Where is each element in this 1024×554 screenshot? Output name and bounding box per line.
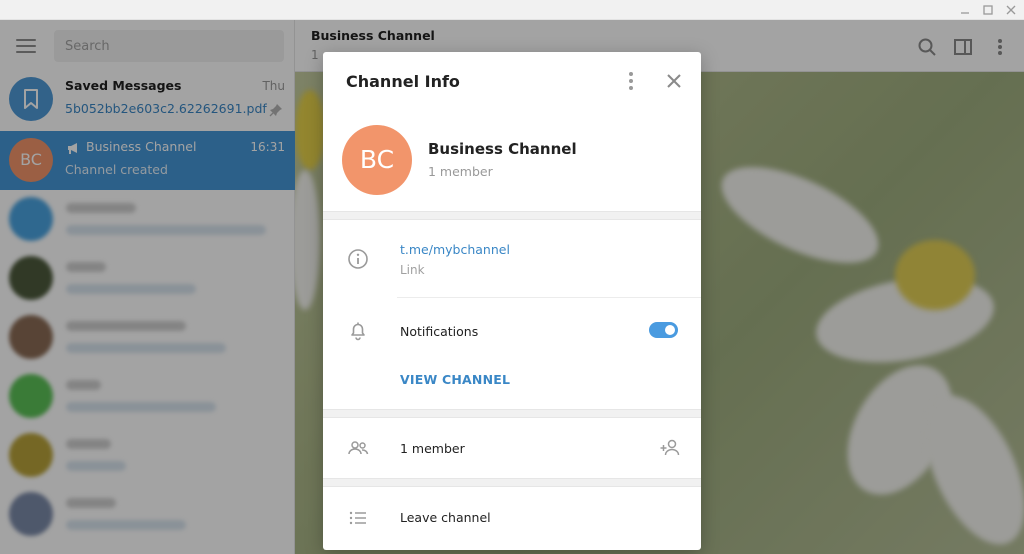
minimize-icon[interactable] [957,2,973,18]
maximize-icon[interactable] [980,2,996,18]
users-icon [347,437,369,459]
divider [397,297,701,298]
more-vertical-icon[interactable] [624,72,638,92]
dialog-title: Channel Info [346,72,460,91]
notifications-label: Notifications [400,324,479,339]
channel-info-dialog: Channel Info BC Business Channel 1 membe… [323,52,701,550]
divider [323,478,701,487]
bell-icon [347,320,369,342]
channel-avatar[interactable]: BC [342,125,412,195]
view-channel-button[interactable]: VIEW CHANNEL [400,372,510,387]
notifications-toggle[interactable] [649,322,678,338]
add-user-icon[interactable] [659,437,681,459]
leave-channel-button[interactable]: Leave channel [400,510,491,525]
divider [323,409,701,418]
window-titlebar [0,0,1024,20]
info-icon [347,248,369,270]
close-icon[interactable] [663,70,685,92]
close-window-icon[interactable] [1003,2,1019,18]
link-label: Link [400,263,425,277]
list-icon [347,507,369,529]
channel-link[interactable]: t.me/mybchannel [400,242,510,257]
channel-name: Business Channel [428,140,577,158]
channel-member-count: 1 member [428,164,493,179]
divider [323,211,701,220]
members-label[interactable]: 1 member [400,441,465,456]
